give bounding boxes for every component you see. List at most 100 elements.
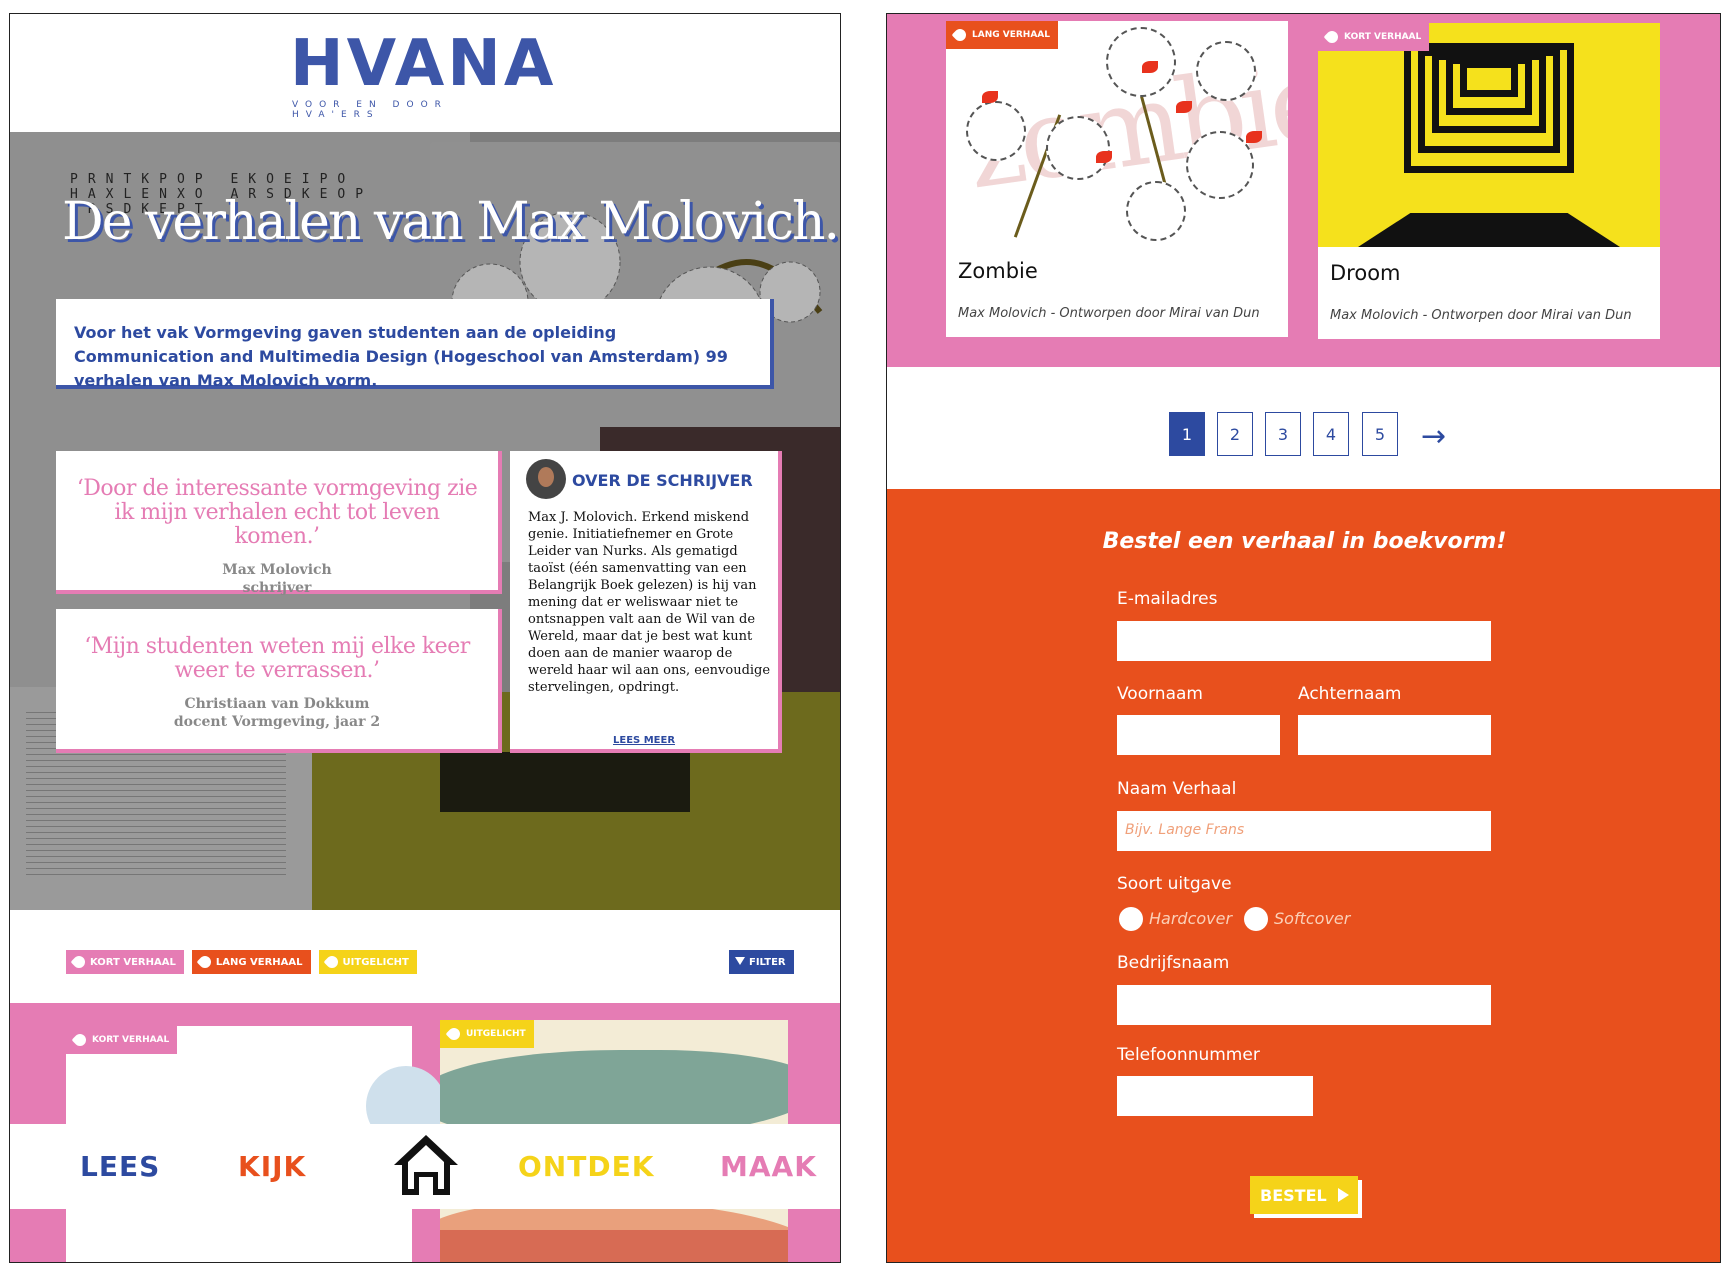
- card-title: Zombie: [958, 259, 1038, 283]
- hvana-logo[interactable]: HVANA: [290, 32, 556, 96]
- hero-title: De verhalen van Max Molovich.: [62, 192, 840, 252]
- company-label: Bedrijfsnaam: [1117, 953, 1230, 973]
- card-image: zombie: [946, 21, 1288, 245]
- email-label: E-mailadres: [1117, 589, 1218, 609]
- card-title: Droom: [1330, 261, 1401, 285]
- nav-maak[interactable]: MAAK: [720, 1150, 817, 1183]
- quote-text: ‘Mijn studenten weten mij elke keer weer…: [84, 634, 470, 683]
- tag-label: KORT VERHAAL: [90, 956, 176, 968]
- story-card-droom[interactable]: KORT VERHAAL Droom Max Molovich - Ontwor…: [1318, 23, 1660, 339]
- header: HVANA VOOR EN DOOR HVA'ERS: [10, 14, 840, 132]
- tag-label: LANG VERHAAL: [215, 956, 303, 968]
- story-card-zombie[interactable]: zombie LANG VERHAAL Zombie Max Molovich …: [946, 21, 1288, 337]
- last-name-label: Achternaam: [1298, 684, 1402, 704]
- card-subtitle: Max Molovich - Ontworpen door Mirai van …: [958, 306, 1260, 321]
- tag-icon: [1323, 28, 1341, 46]
- softcover-label: Softcover: [1274, 909, 1351, 928]
- page-3-button[interactable]: 3: [1265, 412, 1301, 456]
- speech-bubble: [966, 101, 1026, 161]
- nav-lees[interactable]: LEES: [80, 1150, 160, 1183]
- page-5-button[interactable]: 5: [1362, 412, 1398, 456]
- story-name-placeholder: Bijv. Lange Frans: [1125, 822, 1245, 838]
- tag-label: UITGELICHT: [342, 956, 409, 968]
- quote-card: ‘Door de interessante vormgeving zie ik …: [56, 451, 502, 596]
- nav-kijk[interactable]: KIJK: [238, 1150, 306, 1183]
- logo-subtitle: VOOR EN DOOR HVA'ERS: [292, 100, 448, 120]
- next-page-arrow-icon[interactable]: →: [1421, 419, 1446, 454]
- filter-button[interactable]: FILTER: [729, 950, 794, 974]
- filter-label: FILTER: [749, 956, 786, 968]
- bottom-nav: LEES KIJK ONTDEK MAAK: [10, 1124, 840, 1209]
- leaf-decor: [1176, 101, 1192, 113]
- filter-icon: [735, 957, 745, 965]
- hardcover-label: Hardcover: [1149, 909, 1233, 928]
- intro-box: Voor het vak Vormgeving gaven studenten …: [56, 299, 774, 390]
- speech-bubble: [1126, 181, 1186, 241]
- card-tag: KORT VERHAAL: [1318, 23, 1430, 51]
- quote-text: ‘Door de interessante vormgeving zie ik …: [76, 476, 478, 549]
- tag-icon: [951, 26, 969, 44]
- tag-icon: [445, 1025, 463, 1043]
- leaf-decor: [982, 91, 998, 103]
- page-2-button[interactable]: 2: [1217, 412, 1253, 456]
- first-name-field[interactable]: [1117, 715, 1280, 755]
- card-tag-label: LANG VERHAAL: [972, 30, 1050, 40]
- card-tag-label: KORT VERHAAL: [1344, 32, 1422, 42]
- nav-ontdek[interactable]: ONTDEK: [518, 1150, 654, 1183]
- tag-icon: [196, 953, 214, 971]
- speech-bubble: [1186, 131, 1254, 199]
- card-tag-label: UITGELICHT: [466, 1029, 526, 1039]
- tag-lang-verhaal[interactable]: LANG VERHAAL: [191, 950, 311, 974]
- about-body: Max J. Molovich. Erkend miskend genie. I…: [528, 510, 771, 695]
- leaf-decor: [1096, 151, 1112, 163]
- tag-kort-verhaal[interactable]: KORT VERHAAL: [66, 950, 184, 974]
- last-name-field[interactable]: [1298, 715, 1491, 755]
- tag-icon: [70, 953, 88, 971]
- phone-field[interactable]: [1117, 1076, 1313, 1116]
- order-button[interactable]: BESTEL: [1250, 1176, 1358, 1214]
- page-1-button[interactable]: 1: [1169, 412, 1205, 456]
- about-heading: OVER DE SCHRIJVER: [572, 471, 753, 490]
- form-heading: Bestel een verhaal in boekvorm!: [1102, 529, 1507, 554]
- tunnel-floor: [1358, 213, 1620, 247]
- pagination: 1 2 3 4 5 →: [887, 367, 1720, 489]
- email-field[interactable]: [1117, 621, 1491, 661]
- card-tag: KORT VERHAAL: [66, 1026, 178, 1054]
- card-tag: LANG VERHAAL: [946, 21, 1058, 49]
- quote-role: docent Vormgeving, jaar 2: [173, 714, 381, 730]
- writer-avatar: [526, 459, 566, 499]
- hero-yellow-inner: [440, 752, 690, 812]
- quote-author: Christiaan van Dokkum: [184, 696, 370, 712]
- speech-bubble: [1046, 116, 1110, 180]
- hardcover-radio[interactable]: [1119, 907, 1143, 931]
- story-name-field[interactable]: Bijv. Lange Frans: [1117, 811, 1491, 851]
- quote-role: schrijver: [242, 580, 312, 596]
- speech-bubble: [1196, 41, 1256, 101]
- right-screen: zombie LANG VERHAAL Zombie Max Molovich …: [886, 13, 1721, 1263]
- tag-icon: [323, 953, 341, 971]
- story-grid: zombie LANG VERHAAL Zombie Max Molovich …: [887, 14, 1720, 367]
- card-subtitle: Max Molovich - Ontworpen door Mirai van …: [1330, 308, 1632, 323]
- phone-label: Telefoonnummer: [1117, 1045, 1260, 1065]
- page-4-button[interactable]: 4: [1313, 412, 1349, 456]
- quote-card: ‘Mijn studenten weten mij elke keer weer…: [56, 609, 502, 753]
- home-icon[interactable]: [392, 1132, 460, 1198]
- quote-author: Max Molovich: [222, 562, 332, 578]
- play-arrow-icon: [1338, 1188, 1349, 1202]
- edition-label: Soort uitgave: [1117, 874, 1232, 894]
- read-more-link[interactable]: LEES MEER: [510, 735, 778, 746]
- filter-tags: KORT VERHAAL LANG VERHAAL UITGELICHT: [66, 950, 417, 974]
- tag-uitgelicht[interactable]: UITGELICHT: [318, 950, 417, 974]
- first-name-label: Voornaam: [1117, 684, 1203, 704]
- card-image-wave: [440, 1230, 788, 1262]
- order-button-label: BESTEL: [1260, 1185, 1327, 1205]
- card-image: [1318, 23, 1660, 247]
- leaf-decor: [1246, 131, 1262, 143]
- company-field[interactable]: [1117, 985, 1491, 1025]
- about-writer-card: OVER DE SCHRIJVER Max J. Molovich. Erken…: [510, 451, 782, 753]
- softcover-radio[interactable]: [1244, 907, 1268, 931]
- tag-icon: [71, 1031, 89, 1049]
- speech-bubble: [1106, 27, 1176, 97]
- left-screen: HVANA VOOR EN DOOR HVA'ERS PRNTKPOP EKOE…: [9, 13, 841, 1263]
- card-tag: UITGELICHT: [440, 1020, 534, 1048]
